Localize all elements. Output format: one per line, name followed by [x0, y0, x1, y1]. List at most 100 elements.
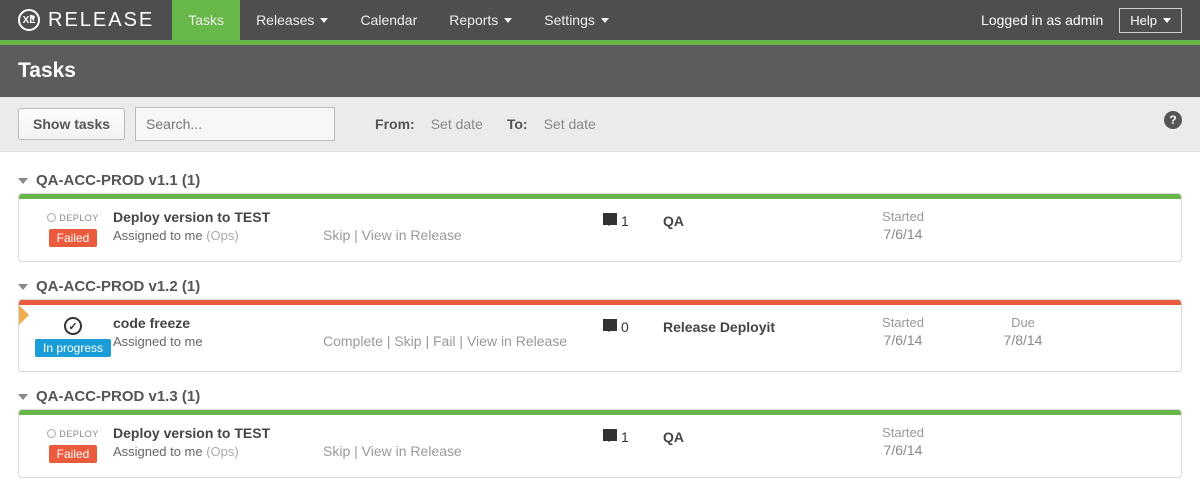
- status-column: DEPLOY Failed: [33, 425, 113, 463]
- release-group: QA-ACC-PROD v1.2 (1) ✓ In progresscode fre…: [18, 278, 1182, 372]
- collapse-icon: [18, 394, 28, 400]
- assigned-to: Assigned to me (Ops): [113, 444, 323, 459]
- nav-label: Tasks: [188, 12, 224, 28]
- started-label: Started: [843, 209, 963, 224]
- nav-item-tasks[interactable]: Tasks: [172, 0, 240, 40]
- phase-column: QA: [663, 425, 843, 463]
- title-column: Deploy version to TEST Assigned to me (Op…: [113, 209, 323, 247]
- search-input[interactable]: [135, 107, 335, 141]
- task-card: DEPLOY Failed Deploy version to TEST Assign…: [18, 193, 1182, 262]
- nav-item-calendar[interactable]: Calendar: [344, 0, 433, 40]
- auth-label: Logged in as admin: [981, 12, 1103, 28]
- deploy-tag: DEPLOY: [47, 213, 99, 223]
- chevron-down-icon: [320, 18, 328, 23]
- nav-item-releases[interactable]: Releases: [240, 0, 344, 40]
- actions-column[interactable]: Skip | View in Release: [323, 209, 603, 247]
- chevron-down-icon: [504, 18, 512, 23]
- comment-count: 1: [621, 213, 629, 229]
- title-column: Deploy version to TEST Assigned to me (Op…: [113, 425, 323, 463]
- started-column: Started 7/6/14: [843, 425, 963, 463]
- comments-column[interactable]: 1: [603, 425, 663, 463]
- comments-column[interactable]: 1: [603, 209, 663, 247]
- group-header[interactable]: QA-ACC-PROD v1.1 (1): [18, 172, 1182, 189]
- task-title: Deploy version to TEST: [113, 209, 323, 225]
- nav-item-settings[interactable]: Settings: [528, 0, 625, 40]
- started-column: Started 7/6/14: [843, 209, 963, 247]
- comment-icon: [603, 429, 617, 441]
- task-row[interactable]: DEPLOY Failed Deploy version to TEST Assign…: [19, 415, 1181, 477]
- release-group: QA-ACC-PROD v1.1 (1) DEPLOY Failed Deploy v…: [18, 172, 1182, 262]
- status-column: ✓ In progress: [33, 315, 113, 357]
- nav-label: Releases: [256, 12, 314, 28]
- nav-label: Calendar: [360, 12, 417, 28]
- to-label: To:: [507, 116, 528, 132]
- actions-column[interactable]: Complete | Skip | Fail | View in Release: [323, 315, 603, 357]
- assigned-to: Assigned to me (Ops): [113, 228, 323, 243]
- collapse-icon: [18, 284, 28, 290]
- started-value: 7/6/14: [843, 226, 963, 242]
- help-button[interactable]: Help: [1119, 8, 1182, 33]
- to-date-input[interactable]: Set date: [544, 116, 596, 132]
- group-title: QA-ACC-PROD v1.1 (1): [36, 172, 200, 189]
- actions-column[interactable]: Skip | View in Release: [323, 425, 603, 463]
- filter-bar: Show tasks From: Set date To: Set date ?: [0, 97, 1200, 152]
- group-title: QA-ACC-PROD v1.2 (1): [36, 278, 200, 295]
- due-column: [963, 425, 1083, 463]
- help-icon[interactable]: ?: [1164, 111, 1182, 129]
- from-label: From:: [375, 116, 415, 132]
- nav-item-reports[interactable]: Reports: [433, 0, 528, 40]
- task-title: Deploy version to TEST: [113, 425, 323, 441]
- title-column: code freeze Assigned to me: [113, 315, 323, 357]
- topbar: XL RELEASE Tasks Releases Calendar Reports S…: [0, 0, 1200, 40]
- deploy-tag: DEPLOY: [47, 429, 99, 439]
- logo-text: RELEASE: [48, 9, 154, 32]
- chevron-down-icon: [601, 18, 609, 23]
- group-title: QA-ACC-PROD v1.3 (1): [36, 388, 200, 405]
- phase-column: QA: [663, 209, 843, 247]
- deploy-icon: [47, 213, 56, 222]
- collapse-icon: [18, 178, 28, 184]
- comment-icon: [603, 319, 617, 331]
- comments-column[interactable]: 0: [603, 315, 663, 357]
- status-column: DEPLOY Failed: [33, 209, 113, 247]
- task-card: DEPLOY Failed Deploy version to TEST Assign…: [18, 409, 1182, 478]
- nav: Tasks Releases Calendar Reports Settings: [172, 0, 625, 40]
- deploy-icon: [47, 429, 56, 438]
- due-label: Due: [963, 315, 1083, 330]
- started-label: Started: [843, 315, 963, 330]
- status-badge: Failed: [49, 445, 98, 463]
- help-label: Help: [1130, 13, 1157, 28]
- comment-count: 1: [621, 429, 629, 445]
- phase-column: Release Deployit: [663, 315, 843, 357]
- subheader: Tasks: [0, 45, 1200, 97]
- content: QA-ACC-PROD v1.1 (1) DEPLOY Failed Deploy v…: [0, 152, 1200, 496]
- due-value: 7/8/14: [963, 332, 1083, 348]
- from-date-input[interactable]: Set date: [431, 116, 483, 132]
- task-row[interactable]: DEPLOY Failed Deploy version to TEST Assign…: [19, 199, 1181, 261]
- status-badge: Failed: [49, 229, 98, 247]
- task-card: ✓ In progresscode freeze Assigned to meCom…: [18, 299, 1182, 372]
- task-title: code freeze: [113, 315, 323, 331]
- group-header[interactable]: QA-ACC-PROD v1.3 (1): [18, 388, 1182, 405]
- started-column: Started 7/6/14: [843, 315, 963, 357]
- release-group: QA-ACC-PROD v1.3 (1) DEPLOY Failed Deploy v…: [18, 388, 1182, 478]
- topbar-right: Logged in as admin Help: [963, 0, 1200, 40]
- logo-icon: XL: [18, 9, 40, 31]
- nav-label: Settings: [544, 12, 595, 28]
- status-badge: In progress: [35, 339, 111, 357]
- task-row[interactable]: ✓ In progresscode freeze Assigned to meCom…: [19, 305, 1181, 371]
- group-header[interactable]: QA-ACC-PROD v1.2 (1): [18, 278, 1182, 295]
- check-icon: ✓: [64, 317, 82, 335]
- started-value: 7/6/14: [843, 332, 963, 348]
- nav-label: Reports: [449, 12, 498, 28]
- attention-marker-icon: [19, 305, 29, 325]
- assigned-to: Assigned to me: [113, 334, 323, 349]
- chevron-down-icon: [1163, 18, 1171, 23]
- show-tasks-button[interactable]: Show tasks: [18, 108, 125, 140]
- comment-icon: [603, 213, 617, 225]
- started-value: 7/6/14: [843, 442, 963, 458]
- started-label: Started: [843, 425, 963, 440]
- due-column: Due 7/8/14: [963, 315, 1083, 357]
- logo[interactable]: XL RELEASE: [0, 0, 172, 40]
- page-title: Tasks: [18, 59, 1182, 83]
